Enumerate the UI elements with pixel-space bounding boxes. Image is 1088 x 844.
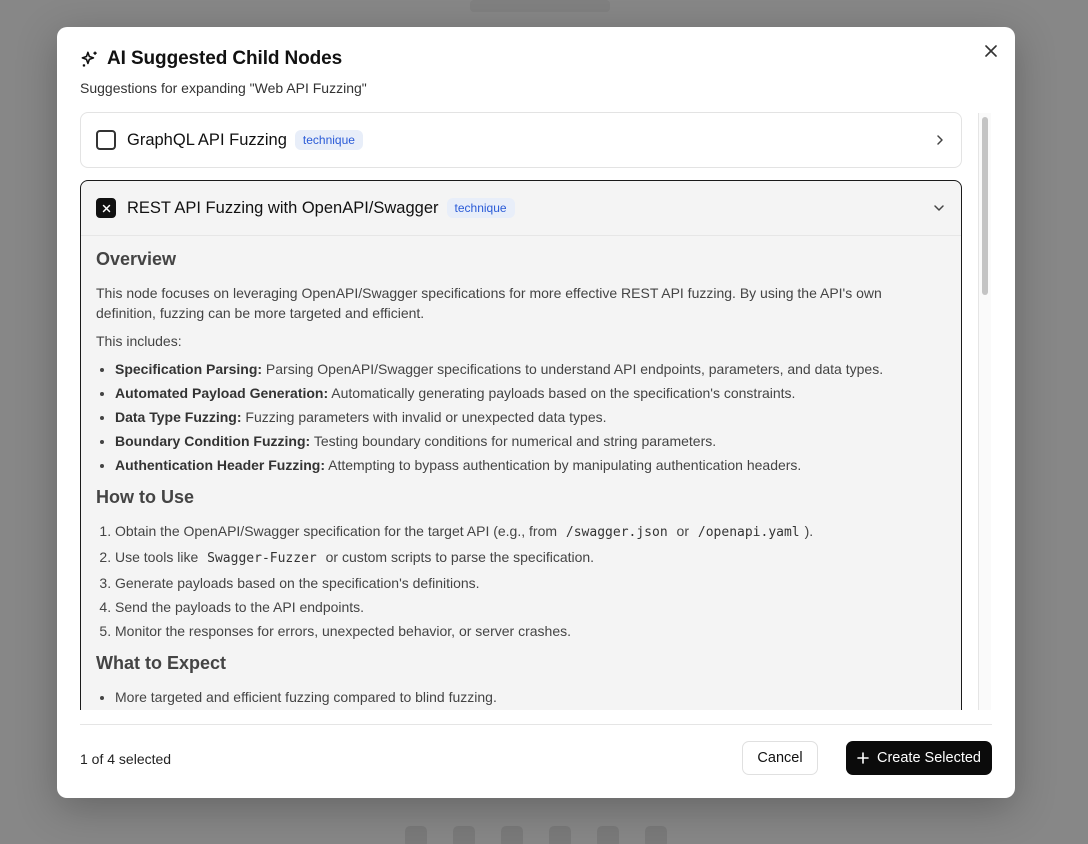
includes-label: This includes: <box>96 333 182 349</box>
expand-toggle[interactable] <box>935 134 945 146</box>
overview-text: This node focuses on leveraging OpenAPI/… <box>96 285 882 321</box>
selection-count: 1 of 4 selected <box>80 751 172 767</box>
includes-list: Specification Parsing: Parsing OpenAPI/S… <box>115 359 945 475</box>
list-item: Generate payloads based on the specifica… <box>115 573 945 593</box>
sparkles-icon <box>81 51 97 67</box>
suggestion-checkbox[interactable] <box>96 130 116 150</box>
close-button[interactable] <box>981 41 1001 61</box>
type-badge: technique <box>446 198 515 218</box>
type-badge: technique <box>294 130 363 150</box>
suggestions-list[interactable]: GraphQL API Fuzzing technique REST API F… <box>80 112 962 710</box>
list-item: Use tools like Swagger-Fuzzer or custom … <box>115 547 945 569</box>
close-icon <box>985 45 997 57</box>
list-item: Data Type Fuzzing: Fuzzing parameters wi… <box>115 407 945 427</box>
chevron-down-icon <box>934 205 944 211</box>
suggestion-title: REST API Fuzzing with OpenAPI/Swagger <box>127 198 439 217</box>
dialog-footer: 1 of 4 selected Cancel Create Selected <box>80 724 992 798</box>
chevron-right-icon <box>937 135 943 145</box>
what-to-expect-heading: What to Expect <box>96 653 227 673</box>
suggestion-card: GraphQL API Fuzzing technique <box>80 112 962 168</box>
overview-heading: Overview <box>96 249 177 269</box>
check-x-icon <box>102 204 110 212</box>
steps-list: Obtain the OpenAPI/Swagger specification… <box>115 521 945 641</box>
dialog-header: AI Suggested Child Nodes Suggestions for… <box>80 48 955 96</box>
list-item: Monitor the responses for errors, unexpe… <box>115 621 945 641</box>
list-item: Obtain the OpenAPI/Swagger specification… <box>115 521 945 543</box>
list-item: Send the payloads to the API endpoints. <box>115 597 945 617</box>
list-item: Automated Payload Generation: Automatica… <box>115 383 945 403</box>
list-item: Authentication Header Fuzzing: Attemptin… <box>115 455 945 475</box>
list-item: More targeted and efficient fuzzing comp… <box>115 687 945 707</box>
suggestion-header-rest[interactable]: REST API Fuzzing with OpenAPI/Swagger te… <box>81 181 961 236</box>
suggestion-details: Overview This node focuses on leveraging… <box>81 236 961 710</box>
list-item: Boundary Condition Fuzzing: Testing boun… <box>115 431 945 451</box>
create-selected-label: Create Selected <box>877 750 981 766</box>
how-to-use-heading: How to Use <box>96 487 195 507</box>
list-item: Specification Parsing: Parsing OpenAPI/S… <box>115 359 945 379</box>
expect-list: More targeted and efficient fuzzing comp… <box>115 687 945 707</box>
dialog-subtitle: Suggestions for expanding "Web API Fuzzi… <box>80 80 367 96</box>
collapse-toggle[interactable] <box>933 203 945 213</box>
suggestion-title: GraphQL API Fuzzing <box>127 130 287 149</box>
plus-icon <box>857 752 869 764</box>
scrollbar-thumb[interactable] <box>982 117 988 295</box>
create-selected-button[interactable]: Create Selected <box>846 741 992 775</box>
ai-suggestions-dialog: AI Suggested Child Nodes Suggestions for… <box>57 27 1015 798</box>
dialog-title: AI Suggested Child Nodes <box>107 48 343 69</box>
cancel-button[interactable]: Cancel <box>742 741 818 775</box>
suggestion-checkbox-checked[interactable] <box>96 198 116 218</box>
suggestion-card-expanded: REST API Fuzzing with OpenAPI/Swagger te… <box>80 180 962 710</box>
suggestion-header-graphql[interactable]: GraphQL API Fuzzing technique <box>81 113 961 167</box>
